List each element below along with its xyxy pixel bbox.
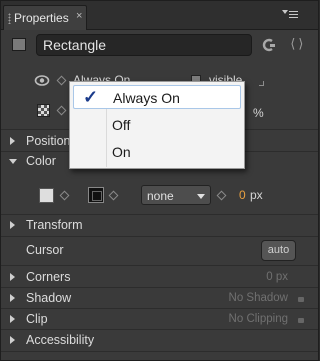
- opacity-unit: %: [253, 106, 264, 120]
- divider: [1, 351, 318, 352]
- divider: [1, 236, 318, 237]
- stroke-style-value: none: [147, 189, 174, 203]
- panel-tab-bar: Properties ×: [1, 1, 318, 30]
- tab-label: Properties: [14, 11, 69, 25]
- menu-item-label: Always On: [113, 90, 180, 106]
- section-accessibility[interactable]: Accessibility: [1, 330, 318, 351]
- section-label: Transform: [26, 218, 83, 232]
- stroke-style-select[interactable]: none: [141, 185, 211, 205]
- stroke-width-value[interactable]: 0: [239, 188, 246, 202]
- section-corners[interactable]: Corners 0 px: [1, 267, 318, 288]
- stroke-color-swatch[interactable]: [88, 187, 104, 203]
- section-label: Cursor: [26, 243, 64, 257]
- checkmark-icon: ✓: [83, 87, 99, 107]
- link-icon[interactable]: [262, 38, 276, 52]
- shadow-summary: No Shadow: [228, 292, 288, 304]
- element-type-icon: [12, 38, 26, 51]
- menu-item-label: On: [112, 144, 131, 160]
- section-label: Shadow: [26, 291, 72, 305]
- cursor-auto-button[interactable]: auto: [261, 240, 296, 261]
- chevron-icon[interactable]: [259, 81, 264, 86]
- visibility-keyframe-diamond[interactable]: [56, 75, 67, 86]
- stroke-width-unit: px: [250, 188, 263, 202]
- lock-icon: [298, 297, 304, 302]
- menu-icon: [289, 11, 298, 18]
- section-label: Color: [26, 154, 56, 168]
- menu-item-off[interactable]: Off: [73, 113, 241, 137]
- eye-icon: [34, 75, 50, 86]
- properties-panel: Properties × Rectangle ⟨⟩ Always On visi…: [0, 0, 319, 361]
- section-label: Corners: [26, 270, 71, 284]
- opacity-icon: [37, 104, 50, 117]
- divider: [1, 265, 318, 266]
- fill-color-swatch[interactable]: [39, 188, 54, 203]
- element-name-field[interactable]: Rectangle: [36, 34, 252, 56]
- clip-summary: No Clipping: [228, 313, 288, 325]
- menu-item-label: Off: [112, 117, 131, 133]
- section-clip[interactable]: Clip No Clipping: [1, 309, 318, 330]
- expand-icon[interactable]: [10, 294, 15, 302]
- panel-menu-button[interactable]: [281, 7, 303, 23]
- close-icon[interactable]: ×: [76, 10, 82, 22]
- section-label: Clip: [26, 312, 48, 326]
- expand-icon[interactable]: [10, 336, 15, 344]
- expand-icon[interactable]: [10, 273, 15, 281]
- stroke-keyframe-diamond[interactable]: [108, 190, 119, 201]
- section-transform[interactable]: Transform: [1, 215, 318, 236]
- section-label: Position: [26, 134, 71, 148]
- expand-icon[interactable]: [10, 221, 15, 229]
- section-label: Accessibility: [26, 333, 95, 347]
- corners-summary: 0 px: [266, 271, 288, 283]
- grip-icon[interactable]: [8, 13, 11, 24]
- expand-icon[interactable]: [10, 315, 15, 323]
- tab-properties[interactable]: Properties ×: [3, 5, 87, 30]
- menu-item-on[interactable]: On: [73, 140, 241, 164]
- chevron-down-icon: [197, 194, 205, 199]
- menu-item-always-on[interactable]: ✓ Always On: [73, 85, 241, 109]
- section-shadow[interactable]: Shadow No Shadow: [1, 288, 318, 309]
- collapse-icon[interactable]: [9, 159, 17, 164]
- chevron-down-icon: [282, 10, 288, 14]
- lock-icon: [298, 318, 304, 323]
- expand-icon[interactable]: [10, 137, 15, 145]
- fill-keyframe-diamond[interactable]: [59, 190, 70, 201]
- opacity-keyframe-diamond[interactable]: [56, 105, 67, 116]
- stroke-style-keyframe-diamond[interactable]: [216, 190, 227, 201]
- code-icon[interactable]: ⟨⟩: [289, 37, 305, 52]
- visibility-dropdown-menu: ✓ Always On Off On: [69, 81, 245, 169]
